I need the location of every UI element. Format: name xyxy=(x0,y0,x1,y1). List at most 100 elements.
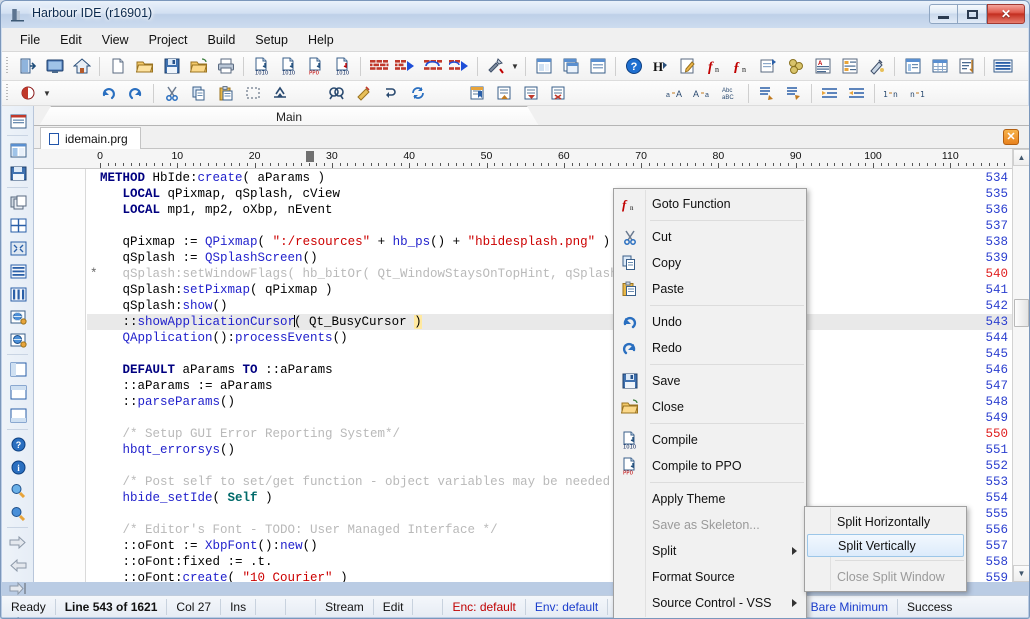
code-line[interactable]: qSplash:setPixmap( qPixmap ) xyxy=(100,282,333,298)
window-tile-icon[interactable] xyxy=(531,55,556,78)
lowercase-icon[interactable]: Aa xyxy=(691,82,716,105)
scroll-down-icon[interactable]: ▼ xyxy=(1013,565,1030,582)
new-file-icon[interactable] xyxy=(105,55,130,78)
code-line[interactable]: LOCAL qPixmap, qSplash, cView xyxy=(100,186,340,202)
rebuild-icon[interactable] xyxy=(420,55,445,78)
panel-left-icon[interactable] xyxy=(5,358,31,380)
toolbar2-grip[interactable] xyxy=(4,84,11,102)
context-menu-item-save[interactable]: Save xyxy=(614,368,806,394)
exit-icon[interactable] xyxy=(15,55,40,78)
lines-view-icon[interactable] xyxy=(5,260,31,282)
harbour-icon[interactable]: H xyxy=(648,55,673,78)
list-doc-icon[interactable] xyxy=(837,55,862,78)
theme-icon[interactable] xyxy=(15,82,40,105)
select-block-icon[interactable] xyxy=(240,82,265,105)
code-line[interactable]: ::oFont:fixed := .t. xyxy=(100,554,273,570)
arrow-right-icon[interactable] xyxy=(5,531,31,553)
save-file-icon[interactable] xyxy=(159,55,184,78)
menu-item-edit[interactable]: Edit xyxy=(50,30,92,50)
code-line[interactable]: hbqt_errorsys() xyxy=(100,442,235,458)
close-button[interactable]: ✕ xyxy=(987,4,1025,24)
context-menu-item-split[interactable]: Split xyxy=(614,538,806,564)
panel-tab-main[interactable]: Main xyxy=(39,106,539,126)
expand-icon[interactable] xyxy=(5,237,31,259)
close-icon[interactable]: ✕ xyxy=(1003,129,1019,145)
code-line[interactable]: qSplash := QSplashScreen() xyxy=(100,250,318,266)
zoom-out-icon[interactable] xyxy=(5,502,31,524)
minimize-button[interactable] xyxy=(929,4,958,24)
context-menu-item-compile-to-ppo[interactable]: PPOCompile to PPO xyxy=(614,453,806,479)
scrollbar-thumb[interactable] xyxy=(1014,299,1029,327)
bookmark-next-icon[interactable] xyxy=(491,82,516,105)
code-line[interactable]: METHOD HbIde:create( aParams ) xyxy=(100,170,325,186)
function-alt-icon[interactable]: ƒn xyxy=(729,55,754,78)
tile-icon[interactable] xyxy=(5,214,31,236)
file-tab-idemain[interactable]: idemain.prg xyxy=(40,127,141,149)
code-line[interactable]: /* Setup GUI Error Reporting System*/ xyxy=(100,426,400,442)
cut-icon[interactable] xyxy=(159,82,184,105)
desktop-icon[interactable] xyxy=(42,55,67,78)
window-cascade-icon[interactable] xyxy=(558,55,583,78)
menu-item-file[interactable]: File xyxy=(10,30,50,50)
text-doc-icon[interactable]: A xyxy=(810,55,835,78)
panel-top-icon[interactable] xyxy=(5,381,31,403)
bookmark-clear-icon[interactable] xyxy=(545,82,570,105)
context-menu-item-cut[interactable]: Cut xyxy=(614,224,806,250)
compile-exe-icon[interactable]: IOIO xyxy=(330,55,355,78)
code-line[interactable]: QApplication():processEvents() xyxy=(100,330,348,346)
find-icon[interactable] xyxy=(324,82,349,105)
menu-item-project[interactable]: Project xyxy=(139,30,198,50)
fold-margin[interactable] xyxy=(87,169,99,582)
context-menu-item-format-source[interactable]: Format Source xyxy=(614,564,806,590)
bookmark-prev-icon[interactable] xyxy=(518,82,543,105)
context-menu-item-redo[interactable]: Redo xyxy=(614,335,806,361)
indent-icon[interactable] xyxy=(817,82,842,105)
arrow-left-icon[interactable] xyxy=(5,554,31,576)
undo-icon[interactable] xyxy=(96,82,121,105)
edit-note-icon[interactable] xyxy=(675,55,700,78)
scroll-up-icon[interactable]: ▲ xyxy=(1013,149,1030,166)
properties-icon[interactable] xyxy=(756,55,781,78)
context-menu-item-goto-function[interactable]: fnGoto Function xyxy=(614,191,806,217)
refresh-icon[interactable] xyxy=(405,82,430,105)
tools-dropdown-arrow[interactable]: ▼ xyxy=(509,62,521,71)
help-icon[interactable]: ? xyxy=(621,55,646,78)
number-inc-icon[interactable]: 1n xyxy=(880,82,905,105)
window-list-icon[interactable] xyxy=(585,55,610,78)
compile-ppo-icon[interactable]: PPO xyxy=(303,55,328,78)
function-icon[interactable]: fn xyxy=(702,55,727,78)
theme-dropdown-arrow[interactable]: ▼ xyxy=(41,89,53,98)
copy-all-icon[interactable] xyxy=(5,191,31,213)
paste-icon[interactable] xyxy=(213,82,238,105)
context-menu-item-paste[interactable]: Paste xyxy=(614,276,806,302)
globe-tool-icon[interactable] xyxy=(5,306,31,328)
toolbar-grip[interactable] xyxy=(4,57,11,75)
submenu-item-split-horizontally[interactable]: Split Horizontally xyxy=(805,509,966,534)
titlecase-icon[interactable]: AbcaBC xyxy=(718,82,743,105)
grid-icon[interactable] xyxy=(927,55,952,78)
code-line[interactable]: hbide_setIde( Self ) xyxy=(100,490,273,506)
info-blue-icon[interactable]: i xyxy=(5,456,31,478)
redo-icon[interactable] xyxy=(123,82,148,105)
build-icon[interactable] xyxy=(366,55,391,78)
menu-item-view[interactable]: View xyxy=(92,30,139,50)
columns-view-icon[interactable] xyxy=(5,283,31,305)
tools-icon[interactable] xyxy=(483,55,508,78)
menu-item-help[interactable]: Help xyxy=(298,30,344,50)
context-menu-item-compile[interactable]: IOIOCompile xyxy=(614,427,806,453)
context-menu-item-copy[interactable]: Copy xyxy=(614,250,806,276)
print-icon[interactable] xyxy=(213,55,238,78)
context-menu-item-undo[interactable]: Undo xyxy=(614,309,806,335)
comment-icon[interactable] xyxy=(754,82,779,105)
code-line[interactable]: DEFAULT aParams TO ::aParams xyxy=(100,362,333,378)
save-all-icon[interactable] xyxy=(5,162,31,184)
code-line[interactable]: qSplash:show() xyxy=(100,298,228,314)
copy-icon[interactable] xyxy=(186,82,211,105)
context-menu-item-apply-theme[interactable]: Apply Theme xyxy=(614,486,806,512)
context-menu-item-close[interactable]: Close xyxy=(614,394,806,420)
code-line[interactable]: /* Post self to set/get function - objec… xyxy=(100,474,610,490)
replace-icon[interactable] xyxy=(351,82,376,105)
panel-bottom-icon[interactable] xyxy=(5,404,31,426)
code-line[interactable]: qPixmap := QPixmap( ":/resources" + hb_p… xyxy=(100,234,610,250)
help-blue-icon[interactable]: ? xyxy=(5,433,31,455)
